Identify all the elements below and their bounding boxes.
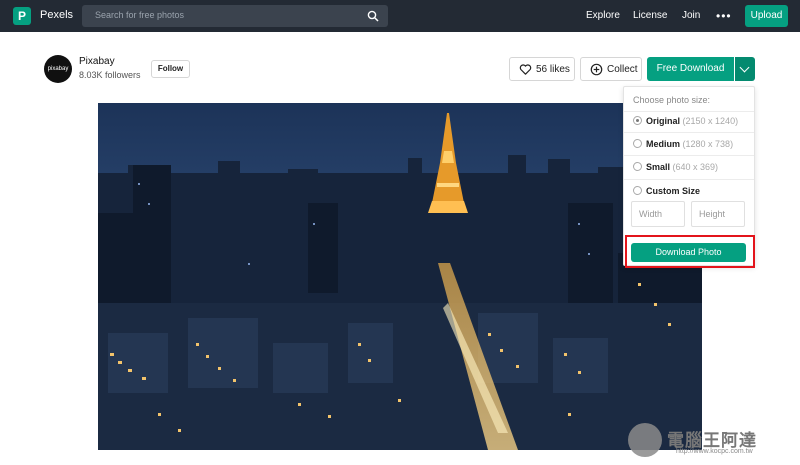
- radio-icon[interactable]: [633, 162, 642, 171]
- follower-count: 8.03K followers: [79, 70, 141, 80]
- nav-license[interactable]: License: [633, 10, 667, 21]
- user-name[interactable]: Pixabay: [79, 56, 115, 67]
- divider: [624, 132, 754, 133]
- option-label: Medium: [646, 139, 681, 149]
- option-label: Small: [646, 162, 671, 172]
- option-dims: (2150 x 1240): [682, 116, 739, 126]
- option-label: Original: [646, 116, 681, 126]
- option-dims: (640 x 369): [672, 162, 719, 172]
- top-navbar: P Pexels Search for free photos Explore …: [0, 0, 800, 32]
- highlight-box: [625, 235, 755, 268]
- dropdown-heading: Choose photo size:: [633, 95, 711, 105]
- radio-icon[interactable]: [633, 186, 642, 195]
- divider: [624, 179, 754, 180]
- upload-button[interactable]: Upload: [745, 5, 788, 27]
- plus-circle-icon: [590, 63, 603, 76]
- radio-icon[interactable]: [633, 139, 642, 148]
- option-dims: (1280 x 738): [682, 139, 734, 149]
- search-input[interactable]: Search for free photos: [82, 5, 388, 27]
- brand-name[interactable]: Pexels: [40, 9, 73, 21]
- watermark-mascot-icon: [628, 423, 662, 457]
- photo-image: [98, 103, 702, 450]
- free-download-button[interactable]: Free Download: [647, 57, 734, 81]
- like-button[interactable]: 56 likes: [509, 57, 575, 81]
- collect-button[interactable]: Collect: [580, 57, 642, 81]
- nav-explore[interactable]: Explore: [586, 10, 620, 21]
- search-icon[interactable]: [367, 10, 379, 22]
- more-menu-icon[interactable]: •••: [716, 9, 732, 23]
- radio-selected-icon[interactable]: [633, 116, 642, 125]
- download-options-toggle[interactable]: [735, 57, 755, 81]
- likes-count: 56 likes: [536, 64, 570, 75]
- chevron-down-icon: [739, 62, 750, 73]
- watermark-url: http://www.kocpc.com.tw: [676, 448, 753, 455]
- heart-icon: [519, 64, 532, 75]
- search-placeholder: Search for free photos: [95, 10, 185, 20]
- size-option-small[interactable]: Small (640 x 369): [633, 162, 718, 172]
- size-option-original[interactable]: Original (2150 x 1240): [633, 116, 738, 126]
- custom-height-input[interactable]: Height: [691, 201, 745, 227]
- divider: [624, 111, 754, 112]
- divider: [624, 155, 754, 156]
- size-option-custom[interactable]: Custom Size: [633, 186, 700, 196]
- main-photo[interactable]: [98, 103, 702, 450]
- pexels-logo-icon[interactable]: P: [13, 7, 31, 25]
- follow-button[interactable]: Follow: [151, 60, 190, 78]
- option-label: Custom Size: [646, 186, 701, 196]
- avatar[interactable]: pixabay: [44, 55, 72, 83]
- custom-width-input[interactable]: Width: [631, 201, 685, 227]
- nav-join[interactable]: Join: [682, 10, 700, 21]
- collect-label: Collect: [607, 64, 638, 75]
- size-option-medium[interactable]: Medium (1280 x 738): [633, 139, 733, 149]
